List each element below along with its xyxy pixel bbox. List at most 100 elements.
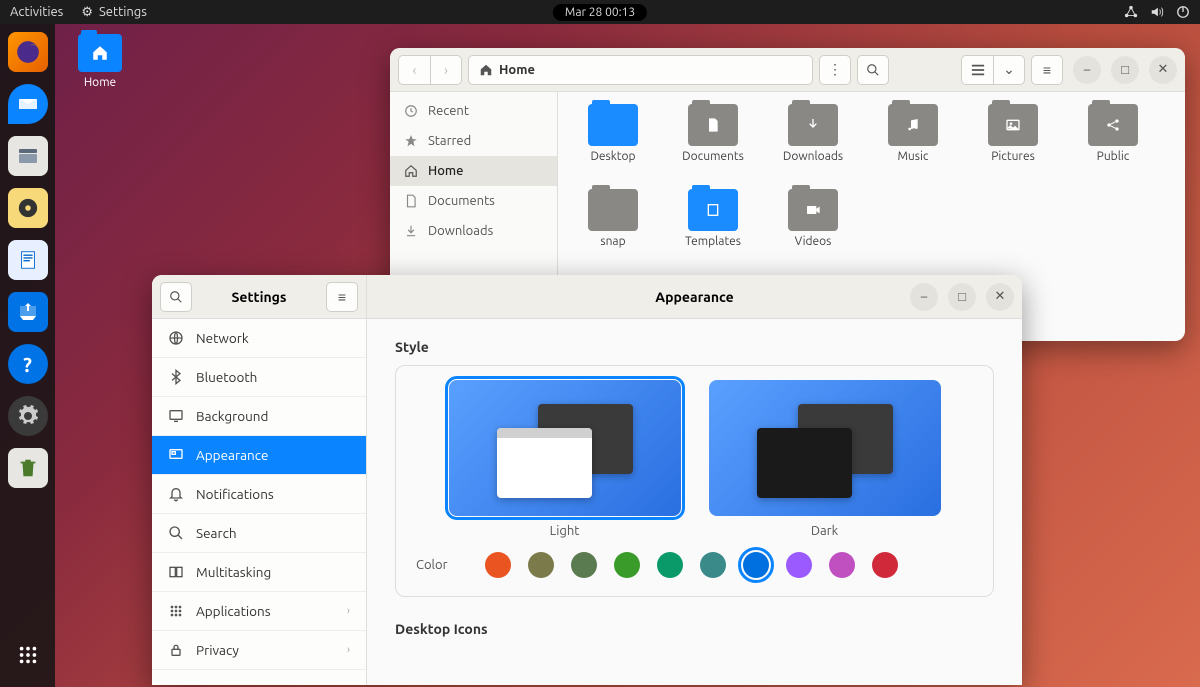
folder-pictures[interactable]: Pictures: [978, 104, 1048, 163]
color-swatch-6[interactable]: [743, 552, 769, 578]
home-icon: [479, 63, 493, 77]
dock-thunderbird[interactable]: [8, 84, 48, 124]
music-icon: [905, 117, 921, 133]
network-icon[interactable]: [1124, 5, 1138, 19]
hamburger-button[interactable]: ≡: [1031, 55, 1063, 85]
sidebar-starred-label: Starred: [428, 134, 471, 148]
color-row: Color: [416, 552, 973, 578]
nav-label: Network: [196, 330, 249, 346]
sidebar-downloads-label: Downloads: [428, 224, 493, 238]
folder-label: Downloads: [778, 150, 848, 163]
nav-notifications[interactable]: Notifications: [152, 475, 366, 514]
color-label: Color: [416, 558, 468, 572]
settings-icon: ⚙: [81, 5, 93, 20]
maximize-button[interactable]: □: [1111, 56, 1139, 84]
style-dark-option[interactable]: Dark: [709, 380, 941, 538]
color-swatch-9[interactable]: [872, 552, 898, 578]
style-dark-label: Dark: [709, 524, 941, 538]
search-icon: [168, 525, 184, 541]
nav-applications[interactable]: Applications›: [152, 592, 366, 631]
view-list-button[interactable]: [961, 55, 993, 85]
pathbar[interactable]: Home: [468, 55, 813, 85]
template-icon: [705, 202, 721, 218]
desktop-home-label: Home: [70, 76, 130, 89]
sidebar-downloads[interactable]: Downloads: [390, 216, 557, 246]
dock-libreoffice[interactable]: [8, 240, 48, 280]
dock-help[interactable]: ?: [8, 344, 48, 384]
activities-button[interactable]: Activities: [10, 5, 63, 19]
color-swatch-5[interactable]: [700, 552, 726, 578]
settings-minimize-button[interactable]: –: [910, 283, 938, 311]
dock-settings[interactable]: [8, 396, 48, 436]
dock-trash[interactable]: [8, 448, 48, 488]
folder-public[interactable]: Public: [1078, 104, 1148, 163]
bell-icon: [168, 486, 184, 502]
color-swatch-3[interactable]: [614, 552, 640, 578]
close-button[interactable]: ✕: [1149, 56, 1177, 84]
appearance-icon: [168, 447, 184, 463]
dock-firefox[interactable]: [8, 32, 48, 72]
volume-icon[interactable]: [1150, 5, 1164, 19]
nav-label: Bluetooth: [196, 369, 257, 385]
dock-files[interactable]: [8, 136, 48, 176]
nav-appearance[interactable]: Appearance: [152, 436, 366, 475]
grid-icon: [168, 603, 184, 619]
style-heading: Style: [395, 339, 994, 355]
settings-main-header: Appearance – □ ✕: [367, 275, 1022, 319]
nav-label: Search: [196, 525, 237, 541]
dock-show-apps[interactable]: [8, 635, 48, 675]
folder-downloads[interactable]: Downloads: [778, 104, 848, 163]
document-icon: [705, 117, 721, 133]
folder-documents[interactable]: Documents: [678, 104, 748, 163]
settings-close-button[interactable]: ✕: [986, 283, 1014, 311]
power-icon[interactable]: [1176, 5, 1190, 19]
minimize-button[interactable]: –: [1073, 56, 1101, 84]
view-dropdown-button[interactable]: ⌄: [993, 55, 1025, 85]
folder-templates[interactable]: Templates: [678, 189, 748, 248]
folder-label: Videos: [778, 235, 848, 248]
settings-search-button[interactable]: [160, 282, 192, 312]
sidebar-home[interactable]: Home: [390, 156, 557, 186]
settings-sidebar-header: Settings ≡: [152, 275, 366, 319]
back-button[interactable]: ‹: [398, 55, 430, 85]
color-swatch-0[interactable]: [485, 552, 511, 578]
settings-menu-button[interactable]: ≡: [326, 282, 358, 312]
desktop-icons-heading: Desktop Icons: [395, 621, 994, 637]
desktop-home-icon[interactable]: Home: [70, 34, 130, 89]
folder-snap[interactable]: snap: [578, 189, 648, 248]
pathbar-menu-button[interactable]: ⋮: [819, 55, 851, 85]
settings-maximize-button[interactable]: □: [948, 283, 976, 311]
nav-label: Multitasking: [196, 564, 271, 580]
current-app-indicator[interactable]: ⚙ Settings: [81, 5, 147, 20]
picture-icon: [1005, 117, 1021, 133]
clock[interactable]: Mar 28 00:13: [553, 4, 647, 21]
dock-software[interactable]: [8, 292, 48, 332]
nav-multitasking[interactable]: Multitasking: [152, 553, 366, 592]
color-swatch-8[interactable]: [829, 552, 855, 578]
sidebar-recent[interactable]: Recent: [390, 96, 557, 126]
nav-privacy[interactable]: Privacy›: [152, 631, 366, 670]
nav-network[interactable]: Network: [152, 319, 366, 358]
search-button[interactable]: [857, 55, 889, 85]
color-swatch-7[interactable]: [786, 552, 812, 578]
color-swatch-2[interactable]: [571, 552, 597, 578]
color-swatch-4[interactable]: [657, 552, 683, 578]
sidebar-starred[interactable]: Starred: [390, 126, 557, 156]
document-icon: [404, 194, 418, 208]
nav-label: Privacy: [196, 642, 239, 658]
nav-background[interactable]: Background: [152, 397, 366, 436]
clock-icon: [404, 104, 418, 118]
folder-desktop[interactable]: Desktop: [578, 104, 648, 163]
style-light-option[interactable]: Light: [449, 380, 681, 538]
forward-button[interactable]: ›: [430, 55, 462, 85]
color-swatch-1[interactable]: [528, 552, 554, 578]
folder-videos[interactable]: Videos: [778, 189, 848, 248]
pathbar-label: Home: [499, 63, 535, 77]
nav-bluetooth[interactable]: Bluetooth: [152, 358, 366, 397]
folder-music[interactable]: Music: [878, 104, 948, 163]
dock-rhythmbox[interactable]: [8, 188, 48, 228]
sidebar-documents[interactable]: Documents: [390, 186, 557, 216]
nav-search[interactable]: Search: [152, 514, 366, 553]
folder-label: Pictures: [978, 150, 1048, 163]
folder-label: Templates: [678, 235, 748, 248]
